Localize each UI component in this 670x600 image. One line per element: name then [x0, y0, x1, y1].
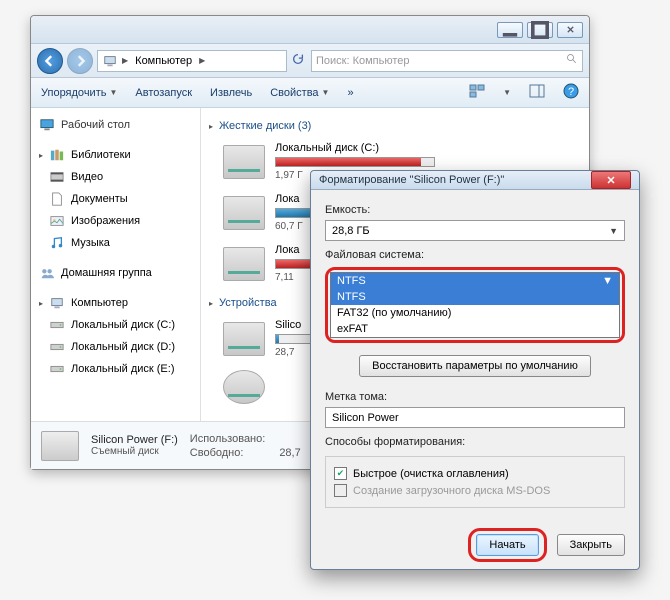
drive-icon: [223, 196, 265, 230]
filesystem-select[interactable]: NTFS ▼: [330, 272, 620, 289]
sidebar-item-libraries[interactable]: ▸ Библиотеки: [33, 144, 198, 166]
free-label: Свободно:: [190, 447, 266, 459]
sidebar-item-drive-e[interactable]: Локальный диск (E:): [33, 358, 198, 380]
minimize-button[interactable]: [497, 22, 523, 38]
back-button[interactable]: [37, 48, 63, 74]
libraries-icon: [49, 147, 65, 163]
optical-drive-icon: [223, 370, 265, 404]
used-label: Использовано:: [190, 433, 266, 445]
msdos-boot-checkbox: Создание загрузочного диска MS-DOS: [334, 482, 616, 499]
volume-label-label: Метка тома:: [325, 391, 625, 403]
drive-label: Локальный диск (C:): [275, 142, 581, 154]
eject-button[interactable]: Извлечь: [210, 87, 252, 99]
chevron-down-icon: ▼: [609, 226, 618, 236]
usb-drive-icon: [41, 431, 79, 461]
computer-icon: [102, 53, 118, 69]
desktop-icon: [39, 117, 55, 133]
sidebar-item-pictures[interactable]: Изображения: [33, 210, 198, 232]
checkbox-icon: [334, 484, 347, 497]
expand-icon: ▸: [39, 299, 43, 308]
drive-icon: [49, 361, 65, 377]
address-bar[interactable]: ▶ Компьютер ▶: [97, 50, 287, 72]
dialog-title: Форматирование "Silicon Power (F:)": [319, 174, 504, 186]
dialog-close-button[interactable]: [591, 171, 631, 189]
close-button[interactable]: Закрыть: [557, 534, 625, 556]
quick-format-checkbox[interactable]: ✔ Быстрое (очистка оглавления): [334, 465, 616, 482]
drive-icon: [49, 317, 65, 333]
status-title: Silicon Power (F:): [91, 434, 178, 446]
search-input[interactable]: Поиск: Компьютер: [311, 50, 583, 72]
video-icon: [49, 169, 65, 185]
free-value: 28,7: [279, 447, 300, 459]
chevron-right-icon: ▶: [122, 56, 128, 65]
chevron-down-icon[interactable]: ▼: [503, 88, 511, 97]
help-icon[interactable]: ?: [563, 83, 579, 102]
maximize-button[interactable]: [527, 22, 553, 38]
format-options-group: ✔ Быстрое (очистка оглавления) Создание …: [325, 456, 625, 508]
usb-drive-icon: [223, 322, 265, 356]
capacity-label: Емкость:: [325, 204, 625, 216]
sidebar-item-drive-c[interactable]: Локальный диск (C:): [33, 314, 198, 336]
chevron-right-icon: ▶: [199, 56, 205, 65]
nav-bar: ▶ Компьютер ▶ Поиск: Компьютер: [31, 44, 589, 78]
status-subtitle: Съемный диск: [91, 446, 178, 457]
refresh-icon[interactable]: [291, 52, 307, 69]
breadcrumb-item[interactable]: Компьютер: [132, 55, 195, 67]
drive-icon: [49, 339, 65, 355]
computer-icon: [49, 295, 65, 311]
document-icon: [49, 191, 65, 207]
sidebar-item-music[interactable]: Музыка: [33, 232, 198, 254]
sidebar-item-homegroup[interactable]: Домашняя группа: [33, 262, 198, 284]
sidebar-item-computer[interactable]: ▸ Компьютер: [33, 292, 198, 314]
checkbox-icon: ✔: [334, 467, 347, 480]
filesystem-option[interactable]: exFAT: [331, 321, 619, 337]
filesystem-option[interactable]: FAT32 (по умолчанию): [331, 305, 619, 321]
search-icon: [566, 53, 578, 68]
filesystem-dropdown: NTFS FAT32 (по умолчанию) exFAT: [330, 289, 620, 338]
section-header-hdd[interactable]: ▸Жесткие диски (3): [209, 120, 581, 132]
format-methods-label: Способы форматирования:: [325, 436, 625, 448]
music-icon: [49, 235, 65, 251]
annotation-highlight: Начать: [468, 528, 546, 562]
sidebar-item-videos[interactable]: Видео: [33, 166, 198, 188]
nav-pane: Рабочий стол ▸ Библиотеки Видео Документ…: [31, 108, 201, 421]
view-icon[interactable]: [469, 83, 485, 102]
volume-label-input[interactable]: Silicon Power: [325, 407, 625, 428]
drive-icon: [223, 247, 265, 281]
command-bar: Упорядочить ▼ Автозапуск Извлечь Свойств…: [31, 78, 589, 108]
close-button[interactable]: [557, 22, 583, 38]
forward-button[interactable]: [67, 48, 93, 74]
organize-button[interactable]: Упорядочить ▼: [41, 87, 117, 99]
sidebar-item-drive-d[interactable]: Локальный диск (D:): [33, 336, 198, 358]
svg-text:?: ?: [568, 86, 574, 98]
annotation-highlight: NTFS ▼ NTFS FAT32 (по умолчанию) exFAT: [325, 267, 625, 343]
preview-pane-icon[interactable]: [529, 83, 545, 102]
dialog-footer: Начать Закрыть: [311, 518, 639, 572]
filesystem-selected: NTFS: [337, 275, 366, 287]
start-button[interactable]: Начать: [476, 534, 538, 556]
drive-icon: [223, 145, 265, 179]
autoplay-button[interactable]: Автозапуск: [135, 87, 192, 99]
sidebar-item-documents[interactable]: Документы: [33, 188, 198, 210]
dialog-titlebar: Форматирование "Silicon Power (F:)": [311, 171, 639, 190]
more-button[interactable]: »: [347, 87, 353, 99]
properties-button[interactable]: Свойства ▼: [270, 87, 329, 99]
filesystem-option[interactable]: NTFS: [331, 289, 619, 305]
sidebar-item-desktop[interactable]: Рабочий стол: [33, 114, 198, 136]
search-placeholder: Поиск: Компьютер: [316, 55, 410, 67]
window-titlebar: [31, 16, 589, 44]
homegroup-icon: [39, 265, 55, 281]
chevron-down-icon: ▼: [602, 275, 613, 287]
capacity-value: 28,8 ГБ: [332, 225, 370, 237]
volume-label-value: Silicon Power: [332, 412, 399, 424]
format-dialog: Форматирование "Silicon Power (F:)" Емко…: [310, 170, 640, 570]
capacity-select[interactable]: 28,8 ГБ ▼: [325, 220, 625, 241]
pictures-icon: [49, 213, 65, 229]
filesystem-label: Файловая система:: [325, 249, 625, 261]
expand-icon: ▸: [39, 151, 43, 160]
restore-defaults-button[interactable]: Восстановить параметры по умолчанию: [359, 355, 591, 377]
